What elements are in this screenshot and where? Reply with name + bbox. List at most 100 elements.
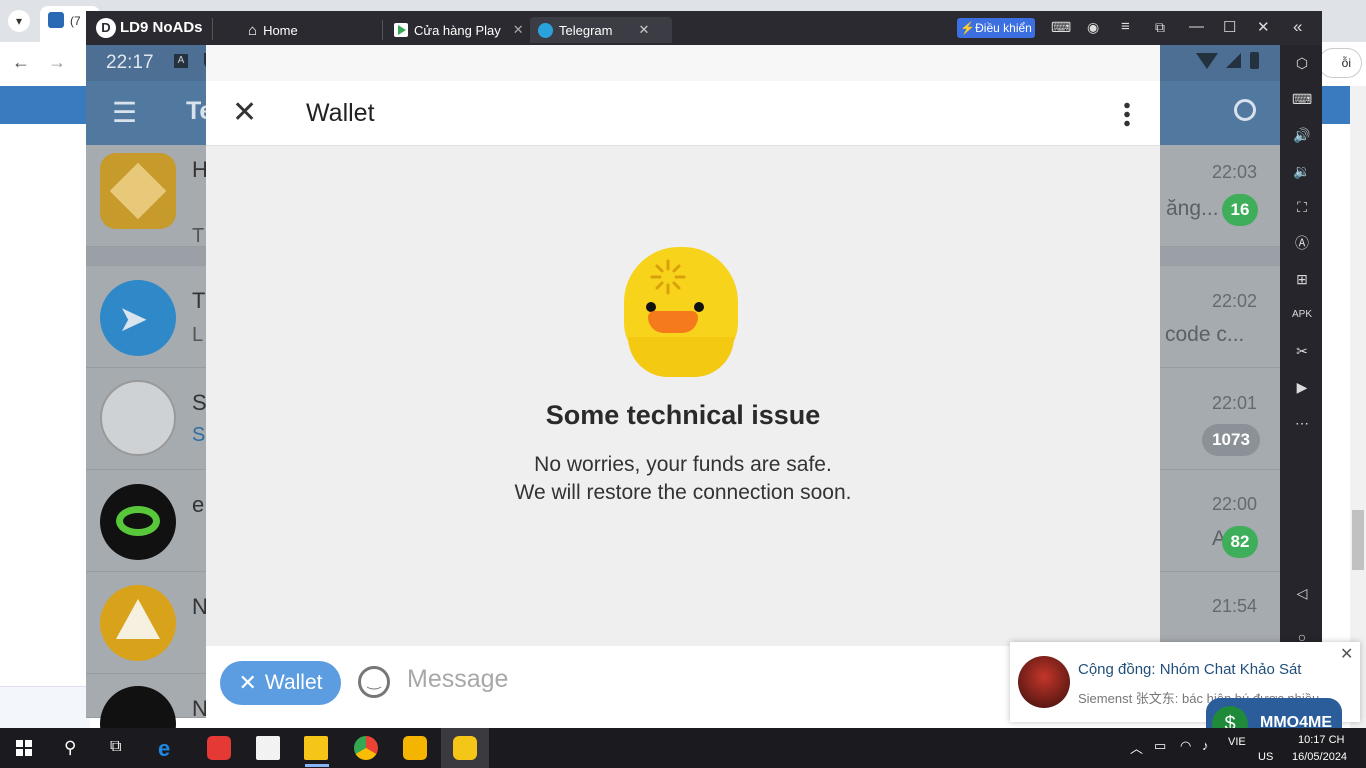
emu-tab-home[interactable]: ⌂ Home [240,17,380,43]
title-divider [212,18,213,40]
apk-install-icon[interactable]: APK [1292,305,1312,325]
wifi-icon [1196,53,1218,69]
store-icon[interactable] [256,736,280,760]
chat-avatar: ➤ [100,280,176,356]
volume-down-icon[interactable]: 🔉 [1292,161,1312,181]
error-title: Some technical issue [545,400,821,430]
wallet-title: Wallet [306,99,375,127]
emu-tab-label: Telegram [559,22,613,38]
clock-date[interactable]: 16/05/2024 [1292,751,1347,763]
signal-icon [1226,53,1241,68]
wallet-button-label: Wallet [264,671,323,694]
telegram-icon [538,22,553,38]
video-record-icon[interactable]: ▶ [1292,377,1312,397]
unread-badge: 82 [1222,526,1258,558]
back-arrow-icon[interactable]: ← [12,52,30,73]
input-language[interactable]: VIE [1228,736,1246,748]
menu-icon[interactable]: ≡ [1121,18,1130,35]
emu-tab-play-store[interactable]: Cửa hàng Play ✕ [386,17,526,43]
screenshot-icon[interactable]: ⛶ [1292,197,1312,217]
message-input[interactable]: Message [407,665,508,694]
emu-tab-label: Cửa hàng Play [414,22,501,38]
unread-badge: 16 [1222,194,1258,226]
close-icon: ✕ [238,670,257,695]
outer-scrollbar-thumb[interactable] [1352,510,1364,570]
duck-illustration [624,247,738,377]
more-options-icon[interactable]: ⋯ [1292,413,1312,433]
ldplayer-logo-icon: D [96,18,116,38]
chat-time: 22:01 [1212,393,1258,413]
close-tab-icon[interactable]: ✕ [513,22,524,38]
tray-chevron-icon[interactable]: ︿ [1130,738,1143,757]
chat-preview-tail: ăng... [1166,197,1219,220]
notification-title: Cộng đồng: Nhóm Chat Khảo Sát [1078,661,1302,678]
search-icon[interactable] [1234,99,1256,121]
chat-time: 21:54 [1212,596,1258,616]
tab-list-button[interactable]: ▾ [8,10,30,32]
outer-scrollbar[interactable] [1350,86,1366,728]
file-explorer-icon[interactable] [304,736,328,760]
scissors-icon[interactable]: ✂ [1292,341,1312,361]
close-icon[interactable]: ✕ [232,95,257,130]
chat-time: 22:02 [1212,291,1258,311]
close-notification-icon[interactable]: ✕ [1340,644,1353,664]
outer-page-footer [0,686,90,728]
start-windows-icon[interactable] [16,740,32,756]
emulator-app-name: LD9 NoADs [120,19,203,36]
clock-time[interactable]: 10:17 CH [1298,734,1344,746]
forward-arrow-icon[interactable]: → [48,52,66,73]
home-icon: ⌂ [248,21,258,39]
more-vert-icon[interactable] [1124,101,1130,127]
android-back-icon[interactable]: ◁ [1292,583,1312,603]
play-store-icon [394,23,408,37]
wallet-header: ✕ Wallet [206,81,1160,146]
minimize-icon[interactable]: — [1189,18,1204,35]
gamepad-icon[interactable]: ⌨ [1051,19,1071,36]
chrome-icon[interactable] [354,736,378,760]
input-region: US [1258,751,1274,763]
account-icon[interactable]: ◉ [1087,19,1099,36]
control-button[interactable]: ⚡Điều khiển [957,18,1035,38]
search-icon[interactable]: ⚲ [64,738,76,758]
edge-browser-icon[interactable]: e [158,736,182,761]
auto-icon[interactable]: Ⓐ [1292,233,1312,253]
control-button-label: Điều khiển [975,21,1032,35]
volume-up-icon[interactable]: 🔊 [1292,125,1312,145]
chat-name: e [192,492,205,517]
ldplayer-store-icon[interactable] [403,736,427,760]
emu-tab-telegram[interactable]: Telegram ✕ [530,17,672,43]
chat-time: 22:00 [1212,494,1258,514]
unread-badge: 1073 [1202,424,1260,456]
ldplayer-icon[interactable] [453,736,477,760]
wallet-close-button[interactable]: ✕ Wallet [220,661,341,705]
warning-triangle-icon [116,599,160,639]
close-tab-icon[interactable]: ✕ [638,22,649,38]
notification-avatar [1018,656,1070,708]
e-logo-icon [116,506,160,536]
hamburger-menu-icon[interactable]: ☰ [112,99,137,127]
emu-tab-label: Home [263,22,298,38]
task-view-icon[interactable]: ⧉ [110,738,121,756]
popout-icon[interactable]: ⧉ [1155,19,1165,36]
battery-icon [1250,52,1259,69]
wps-icon[interactable] [207,736,231,760]
add-instance-icon[interactable]: ⊞ [1292,269,1312,289]
speaker-icon[interactable]: ♪ [1202,738,1209,753]
settings-hex-icon[interactable]: ⬡ [1292,53,1312,73]
network-icon[interactable]: ▭ [1154,738,1166,754]
keyboard-icon[interactable]: ⌨ [1292,89,1312,109]
active-indicator [305,764,329,767]
collapse-sidebar-icon[interactable]: « [1293,17,1302,37]
emoji-icon[interactable]: ‿ [358,666,390,698]
outer-page-button[interactable]: ỗi [1318,48,1362,78]
duck-bottom [628,337,734,377]
chat-preview: T [192,225,205,247]
chat-name: T [192,288,206,313]
status-a-icon: A [174,54,188,68]
error-message-line-1: No worries, your funds are safe. [534,453,832,476]
maximize-icon[interactable]: ☐ [1223,18,1236,36]
paper-plane-icon: ➤ [118,298,149,339]
chat-time: 22:03 [1212,162,1258,182]
close-window-icon[interactable]: ✕ [1257,18,1270,36]
wifi-tray-icon[interactable]: ◠ [1180,738,1191,754]
